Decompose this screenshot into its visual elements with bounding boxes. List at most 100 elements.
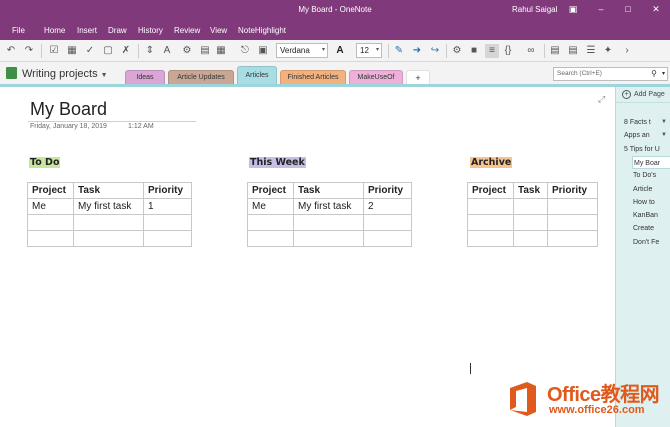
page-list-item[interactable]: Create [632,222,670,235]
table-cell[interactable] [363,214,412,231]
table-cell[interactable] [513,214,548,231]
chevron-down-icon[interactable]: ▾ [662,68,665,80]
table-cell[interactable] [513,198,548,215]
undo-icon[interactable]: ↶ [4,44,18,58]
table-cell[interactable] [293,214,364,231]
page-list-item[interactable]: Don't Fe [632,236,670,249]
redo-icon[interactable]: ↷ [22,44,36,58]
search-icon[interactable]: ⚲ [651,68,657,80]
send-page-icon[interactable]: ↪ [428,44,442,58]
forward-arrow-icon[interactable]: ➜ [410,44,424,58]
table-cell[interactable]: 2 [363,198,412,215]
remove-tag-icon[interactable]: ✗ [119,44,133,58]
font-size-select[interactable]: 12 ▾ [356,43,382,58]
table-cell[interactable] [467,214,514,231]
table-header-cell[interactable]: Priority [143,182,192,199]
list-icon[interactable]: ☰ [584,44,598,58]
tab-articles[interactable]: Articles [237,66,277,84]
table-cell[interactable] [143,214,192,231]
page-list-item[interactable]: How to [632,196,670,209]
table-cell[interactable] [143,230,192,247]
table-cell[interactable] [73,214,144,231]
table-header-cell[interactable]: Project [247,182,294,199]
table-cell[interactable] [467,198,514,215]
font-color-icon[interactable]: A [333,44,347,58]
menu-view[interactable]: View [210,26,227,35]
table-cell[interactable]: My first task [293,198,364,215]
insert-table-icon[interactable]: ▦ [214,44,228,58]
page-list-item[interactable]: My Boar [632,155,670,169]
todo-heading[interactable]: To Do [29,157,61,168]
tag-table-icon[interactable]: ▦ [65,44,79,58]
menu-history[interactable]: History [138,26,163,35]
page-canvas[interactable]: ⤢ My Board Friday, January 18, 2019 1:12… [0,87,615,427]
menu-review[interactable]: Review [174,26,200,35]
code-block-icon[interactable]: {} [501,44,515,58]
checkmark-icon[interactable]: ✓ [83,44,97,58]
maximize-button[interactable]: □ [621,2,635,16]
table-cell[interactable]: My first task [73,198,144,215]
expand-icon[interactable]: ⤢ [598,94,605,105]
this-week-heading[interactable]: This Week [249,157,306,168]
archive-heading[interactable]: Archive [470,157,513,168]
table-cell[interactable]: 1 [143,198,192,215]
table-header-cell[interactable]: Project [27,182,74,199]
close-button[interactable]: ✕ [649,2,663,16]
add-page-button[interactable]: + Add Page [622,90,665,99]
ink-to-text-icon[interactable]: A [160,44,174,58]
expand-caret-icon[interactable]: ▼ [661,129,667,142]
menu-draw[interactable]: Draw [108,26,127,35]
page-list-item[interactable]: To Do's [632,169,670,182]
table-cell[interactable] [547,198,598,215]
add-section-button[interactable]: + [406,70,430,84]
highlight-icon[interactable]: ✎ [392,44,406,58]
link-icon[interactable]: ∞ [524,44,538,58]
table-header-cell[interactable]: Priority [547,182,598,199]
table-cell[interactable]: Me [27,198,74,215]
table-cell[interactable] [547,214,598,231]
table-cell[interactable] [467,230,514,247]
table-cell[interactable] [293,230,364,247]
menu-home[interactable]: Home [44,26,65,35]
align-icon[interactable]: ▤ [548,44,562,58]
minimize-button[interactable]: – [594,2,608,16]
table-cell[interactable] [547,230,598,247]
expand-caret-icon[interactable]: ▼ [661,116,667,129]
send-to-onenote-icon[interactable]: ⚙ [180,44,194,58]
table-cell[interactable] [27,230,74,247]
tab-ideas[interactable]: Ideas [125,70,165,84]
menu-insert[interactable]: Insert [77,26,97,35]
tab-makeuseof[interactable]: MakeUseOf [349,70,403,84]
clear-format-icon[interactable]: ⚙ [450,44,464,58]
attach-file-icon[interactable]: ⎋ [238,44,252,58]
table-cell[interactable] [27,214,74,231]
more-options-icon[interactable]: › [620,44,634,58]
page-list-item[interactable]: Apps an ▼ [624,129,670,142]
notebook-picker[interactable]: Writing projects ▼ [6,67,108,81]
outline-icon[interactable]: ▤ [566,44,580,58]
table-header-cell[interactable]: Project [467,182,514,199]
page-title[interactable]: My Board [30,99,107,120]
tab-finished-articles[interactable]: Finished Articles [280,70,346,84]
insert-picture-icon[interactable]: ▣ [256,44,270,58]
table-cell[interactable] [73,230,144,247]
tab-article-updates[interactable]: Article Updates [168,70,234,84]
insert-space-icon[interactable]: ⇕ [143,44,157,58]
table-header-cell[interactable]: Priority [363,182,412,199]
stop-icon[interactable]: ■ [467,44,481,58]
menu-file[interactable]: File [12,26,25,35]
page-template-icon[interactable]: ▤ [198,44,212,58]
table-cell[interactable]: Me [247,198,294,215]
search-input[interactable]: Search (Ctrl+E) ⚲ ▾ [553,67,668,81]
line-spacing-icon[interactable]: ≡ [485,44,499,58]
signed-in-user[interactable]: Rahul Saigal [512,5,557,14]
page-list-item[interactable]: 5 Tips for U [624,143,670,156]
page-list-item[interactable]: 8 Facts t ▼ [624,116,670,129]
table-cell[interactable] [247,214,294,231]
table-cell[interactable] [363,230,412,247]
table-cell[interactable] [513,230,548,247]
restore-ribbon-icon[interactable]: ▣ [566,2,580,16]
table-cell[interactable] [247,230,294,247]
table-header-cell[interactable]: Task [73,182,144,199]
page-list-item[interactable]: KanBan [632,209,670,222]
